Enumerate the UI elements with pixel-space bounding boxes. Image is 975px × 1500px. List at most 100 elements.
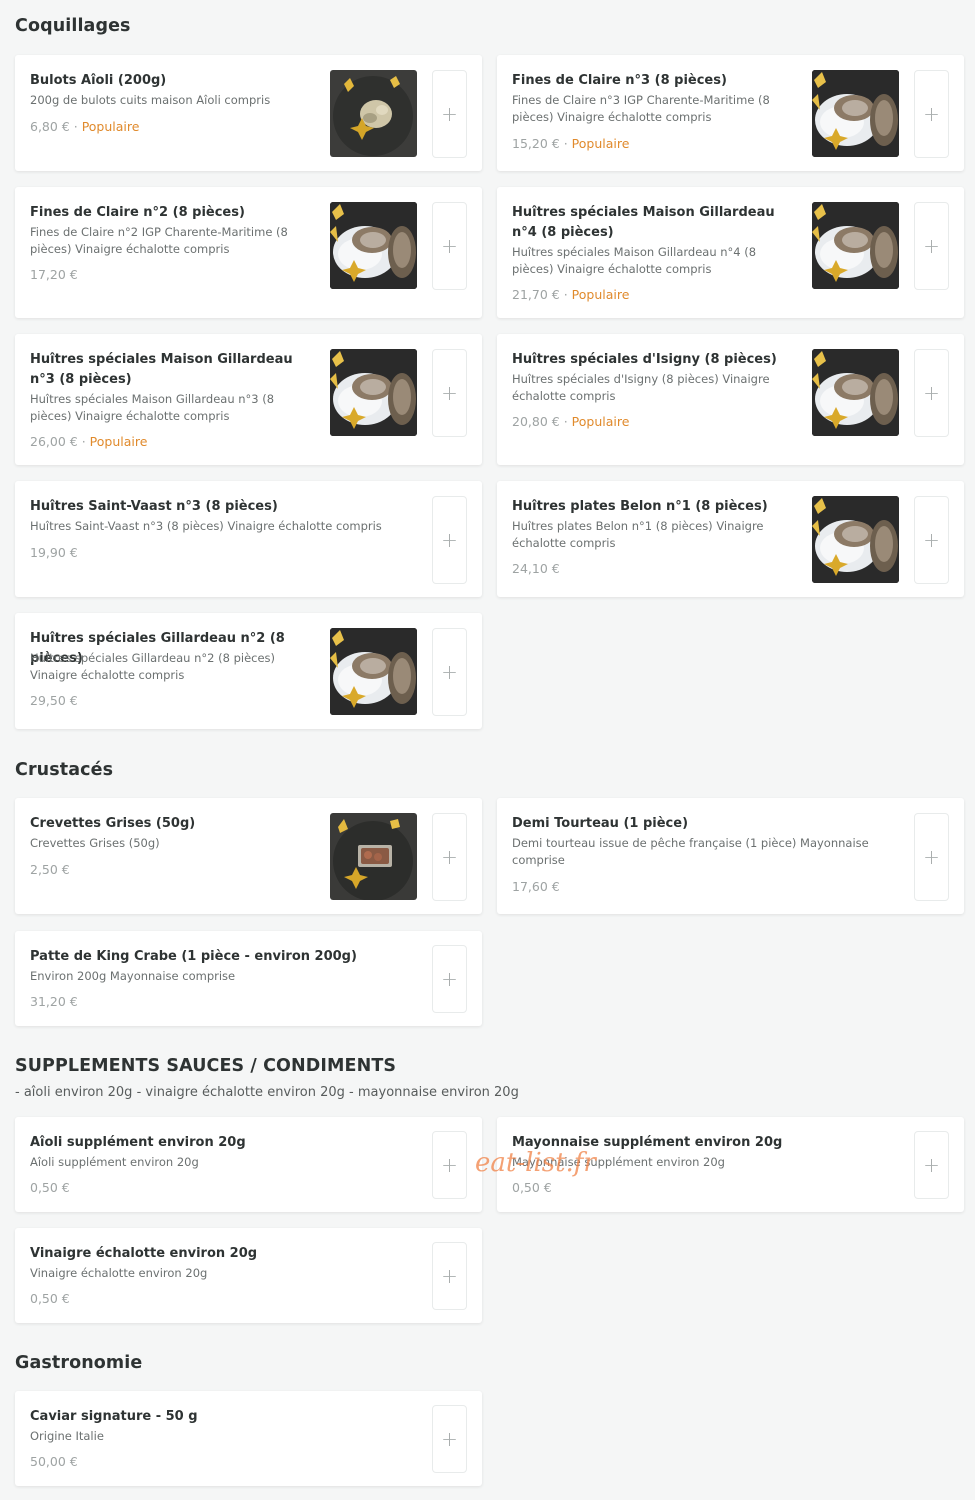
section-title-coquillages: Coquillages [15, 16, 131, 36]
badge-separator: · [69, 119, 82, 134]
menu-item-name: Demi Tourteau (1 pièce) [512, 816, 689, 831]
menu-item-description: 200g de bulots cuits maison Aîoli compri… [30, 93, 271, 107]
menu-item-name: Huîtres plates Belon n°1 (8 pièces) [512, 499, 768, 514]
menu-item-card[interactable]: Bulots Aîoli (200g) 200g de bulots cuits … [15, 55, 482, 171]
menu-item-meta: 31,20 € [30, 993, 78, 1011]
menu-item-price: 2,50 € [30, 862, 70, 877]
add-to-cart-button[interactable]: + [914, 202, 949, 290]
add-to-cart-button[interactable]: + [914, 70, 949, 158]
popular-badge: Populaire [571, 414, 630, 429]
add-to-cart-button[interactable]: + [432, 349, 467, 437]
menu-item-description: Demi tourteau issue de pêche française (… [512, 836, 869, 867]
menu-item-card[interactable]: Huîtres spéciales d'Isigny (8 pièces) Huî… [497, 334, 964, 465]
menu-item-price: 15,20 € [512, 136, 560, 151]
menu-item-name: Vinaigre échalotte environ 20g [30, 1246, 258, 1261]
menu-item-card[interactable]: Demi Tourteau (1 pièce) Demi tourteau iss… [497, 798, 964, 914]
oysters-image [330, 349, 417, 436]
menu-item-meta: 19,90 € [30, 544, 78, 562]
oysters-image [812, 349, 899, 436]
add-to-cart-button[interactable]: + [432, 1405, 467, 1473]
menu-item-price: 17,60 € [512, 879, 560, 894]
menu-item-meta: 17,20 € [30, 266, 78, 284]
menu-item-card[interactable]: Fines de Claire n°2 (8 pièces) Fines de C… [15, 187, 482, 318]
section-title-supplements: SUPPLEMENTS SAUCES / CONDIMENTS [15, 1056, 397, 1076]
menu-item-description: Fines de Claire n°3 IGP Charente-Maritim… [512, 93, 770, 124]
menu-item-description: Vinaigre échalotte environ 20g [30, 1266, 208, 1280]
menu-item-description: Huîtres Saint-Vaast n°3 (8 pièces) Vinai… [30, 519, 382, 533]
menu-item-price: 17,20 € [30, 267, 78, 282]
badge-separator: · [559, 414, 572, 429]
menu-item-name: Fines de Claire n°2 (8 pièces) [30, 205, 245, 220]
menu-item-price: 31,20 € [30, 994, 78, 1009]
menu-item-card[interactable]: Huîtres spéciales Maison Gillardeau n°3 … [15, 334, 482, 465]
menu-item-price: 50,00 € [30, 1454, 78, 1469]
section-title-crustaces: Crustacés [15, 760, 114, 780]
menu-item-meta: 0,50 € [30, 1179, 70, 1197]
menu-item-price: 20,80 € [512, 414, 560, 429]
menu-item-meta: 50,00 € [30, 1453, 78, 1471]
menu-item-name: Bulots Aîoli (200g) [30, 73, 167, 88]
add-to-cart-button[interactable]: + [432, 1131, 467, 1199]
menu-item-card[interactable]: Crevettes Grises (50g) Crevettes Grises (… [15, 798, 482, 914]
add-to-cart-button[interactable]: + [432, 945, 467, 1013]
menu-item-card[interactable]: Patte de King Crabe (1 pièce - environ 2… [15, 931, 482, 1026]
menu-item-card[interactable]: Huîtres spéciales Maison Gillardeau n°4 … [497, 187, 964, 318]
menu-item-price: 26,00 € [30, 434, 78, 449]
menu-item-price: 24,10 € [512, 561, 560, 576]
menu-item-price: 0,50 € [30, 1180, 70, 1195]
popular-badge: Populaire [89, 434, 148, 449]
menu-item-card[interactable]: Vinaigre échalotte environ 20g Vinaigre é… [15, 1228, 482, 1323]
menu-item-description: Huîtres spéciales Maison Gillardeau n°3 … [30, 392, 275, 423]
menu-item-description: Huîtres spéciales Maison Gillardeau n°4 … [512, 245, 757, 276]
menu-item-description: Huîtres spéciales d'Isigny (8 pièces) Vi… [512, 372, 770, 403]
menu-item-description: Huîtres spéciales Gillardeau n°2 (8 pièc… [30, 651, 276, 682]
menu-item-name: Crevettes Grises (50g) [30, 816, 196, 831]
menu-item-description: Mayonnaise supplément environ 20g [512, 1155, 725, 1169]
menu-item-name: Fines de Claire n°3 (8 pièces) [512, 73, 727, 88]
menu-item-card[interactable]: Aîoli supplément environ 20g Aîoli supplé… [15, 1117, 482, 1212]
menu-item-name: Aîoli supplément environ 20g [30, 1135, 246, 1150]
menu-item-card[interactable]: Fines de Claire n°3 (8 pièces) Fines de C… [497, 55, 964, 171]
menu-item-name: Mayonnaise supplément environ 20g [512, 1135, 783, 1150]
menu-item-description: Huîtres plates Belon n°1 (8 pièces) Vina… [512, 519, 764, 550]
badge-separator: · [559, 136, 572, 151]
menu-item-price: 6,80 € [30, 119, 70, 134]
add-to-cart-button[interactable]: + [432, 70, 467, 158]
menu-item-description: Origine Italie [30, 1429, 104, 1443]
menu-item-card[interactable]: Caviar signature - 50 g Origine Italie 50,… [15, 1391, 482, 1486]
menu-item-meta: 6,80 € · Populaire [30, 118, 139, 136]
menu-item-description: Crevettes Grises (50g) [30, 836, 160, 850]
oysters-image [812, 202, 899, 289]
bulots-image [330, 70, 417, 157]
add-to-cart-button[interactable]: + [914, 813, 949, 901]
menu-item-description: Environ 200g Mayonnaise comprise [30, 969, 236, 983]
menu-item-description: Aîoli supplément environ 20g [30, 1155, 199, 1169]
add-to-cart-button[interactable]: + [432, 813, 467, 901]
menu-item-price: 0,50 € [512, 1180, 552, 1195]
oysters-image [330, 628, 417, 715]
menu-item-price: 19,90 € [30, 545, 78, 560]
add-to-cart-button[interactable]: + [914, 496, 949, 584]
popular-badge: Populaire [81, 119, 140, 134]
add-to-cart-button[interactable]: + [914, 349, 949, 437]
menu-item-description: Fines de Claire n°2 IGP Charente-Maritim… [30, 225, 288, 256]
menu-item-name: Huîtres spéciales d'Isigny (8 pièces) [512, 352, 777, 367]
badge-separator: · [559, 287, 572, 302]
add-to-cart-button[interactable]: + [432, 628, 467, 716]
add-to-cart-button[interactable]: + [914, 1131, 949, 1199]
menu-item-meta: 29,50 € [30, 692, 78, 710]
menu-item-card[interactable]: Huîtres spéciales Gillardeau n°2 (8 pièc… [15, 613, 482, 729]
add-to-cart-button[interactable]: + [432, 202, 467, 290]
menu-item-card[interactable]: Huîtres Saint-Vaast n°3 (8 pièces) Huître… [15, 481, 482, 597]
menu-item-card[interactable]: Huîtres plates Belon n°1 (8 pièces) Huîtr… [497, 481, 964, 597]
menu-item-price: 29,50 € [30, 693, 78, 708]
badge-separator: · [77, 434, 90, 449]
menu-item-name: Huîtres spéciales Maison Gillardeau n°3 … [30, 352, 293, 387]
menu-item-card[interactable]: Mayonnaise supplément environ 20g Mayonna… [497, 1117, 964, 1212]
menu-item-name: Huîtres Saint-Vaast n°3 (8 pièces) [30, 499, 278, 514]
menu-item-meta: 0,50 € [30, 1290, 70, 1308]
add-to-cart-button[interactable]: + [432, 496, 467, 584]
oysters-image [812, 496, 899, 583]
add-to-cart-button[interactable]: + [432, 1242, 467, 1310]
menu-item-meta: 24,10 € [512, 560, 560, 578]
